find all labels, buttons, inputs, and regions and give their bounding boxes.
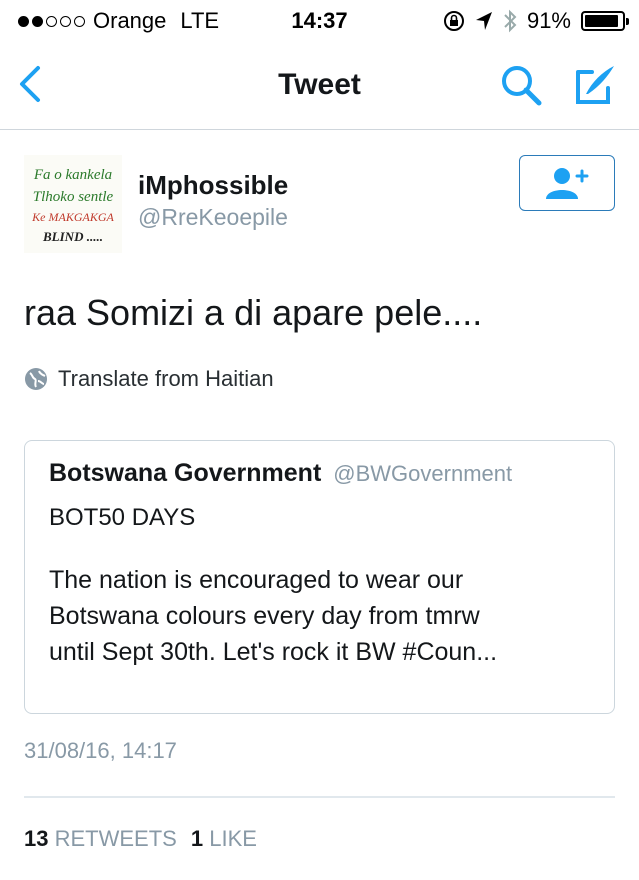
quoted-tweet-heading: BOT50 DAYS — [49, 504, 196, 531]
battery-icon — [581, 11, 629, 31]
avatar-text-line: Fa o kankela — [33, 167, 112, 183]
retweets-count: 13 — [24, 826, 49, 851]
retweets-stat[interactable]: 13 RETWEETS — [24, 826, 177, 852]
avatar-text-line: Ke MAKGAKGA — [31, 210, 114, 224]
quoted-body-line: The nation is encouraged to wear our — [49, 566, 464, 594]
status-right: 91% — [443, 8, 629, 34]
avatar-text-line: Tlhoko sentle — [33, 189, 114, 205]
tweet-text: raa Somizi a di apare pele.... — [24, 292, 483, 333]
status-bar: Orange LTE 14:37 91% — [0, 0, 639, 42]
battery-percent: 91% — [526, 8, 571, 33]
quoted-author-handle: @BWGovernment — [333, 461, 513, 486]
battery-level — [585, 15, 618, 27]
quoted-tweet[interactable]: Botswana Government @BWGovernment BOT50 … — [24, 440, 615, 714]
translate-label: Translate from Haitian — [58, 366, 274, 391]
tweet-timestamp: 31/08/16, 14:17 — [24, 738, 177, 763]
likes-stat[interactable]: 1 LIKE — [191, 826, 257, 852]
engagement-stats: 13 RETWEETS 1 LIKE — [24, 826, 257, 852]
divider — [24, 796, 615, 798]
navigation-bar: Tweet — [0, 42, 639, 130]
avatar-image: Fa o kankela Tlhoko sentle Ke MAKGAKGA B… — [24, 155, 122, 253]
quoted-author-name: Botswana Government — [49, 459, 322, 487]
quoted-tweet-header: Botswana Government @BWGovernment — [49, 459, 590, 488]
author-name[interactable]: iMphossible — [138, 170, 288, 201]
bluetooth-icon — [504, 9, 517, 33]
likes-count: 1 — [190, 826, 204, 851]
avatar[interactable]: Fa o kankela Tlhoko sentle Ke MAKGAKGA B… — [24, 155, 122, 253]
retweets-label: RETWEETS — [54, 826, 177, 851]
globe-icon — [25, 368, 47, 390]
avatar-text-line: BLIND ..... — [42, 229, 103, 244]
search-icon[interactable] — [498, 62, 544, 108]
compose-icon[interactable] — [572, 62, 618, 108]
add-user-icon — [546, 168, 589, 199]
author-handle[interactable]: @RreKeoepile — [138, 204, 288, 231]
quoted-tweet-body: The nation is encouraged to wear our Bot… — [49, 562, 590, 670]
translate-link[interactable]: Translate from Haitian — [24, 366, 274, 392]
quoted-body-line: until Sept 30th. Let's rock it BW #Coun.… — [49, 638, 498, 666]
likes-label: LIKE — [209, 826, 257, 851]
location-icon — [475, 12, 492, 30]
follow-button[interactable] — [519, 155, 615, 211]
rotation-lock-icon — [443, 11, 464, 31]
quoted-body-line: Botswana colours every day from tmrw — [49, 602, 480, 630]
